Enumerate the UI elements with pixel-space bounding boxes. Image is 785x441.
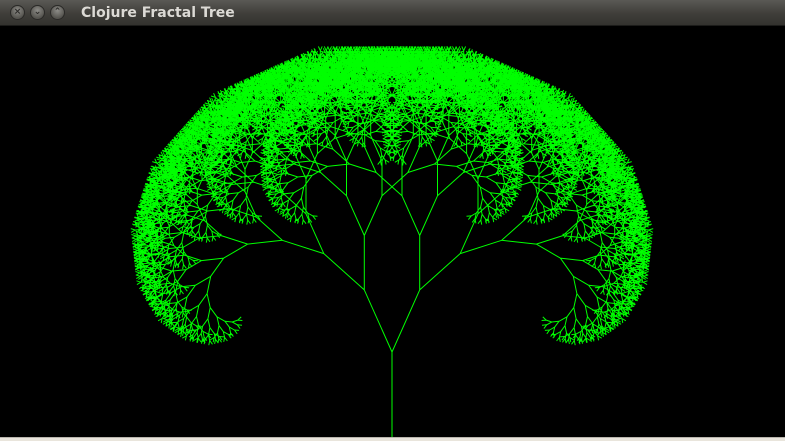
tree-branches [130,46,654,437]
minimize-icon: ⌄ [33,7,42,17]
maximize-icon: ⌃ [53,7,62,17]
close-button[interactable]: × [10,5,25,20]
title-bar[interactable]: × ⌄ ⌃ Clojure Fractal Tree [0,0,785,26]
window-title: Clojure Fractal Tree [81,5,235,21]
minimize-button[interactable]: ⌄ [30,5,45,20]
drawing-canvas [0,26,785,437]
close-icon: × [13,7,22,17]
window-bottom-edge [0,437,785,441]
maximize-button[interactable]: ⌃ [50,5,65,20]
app-window: × ⌄ ⌃ Clojure Fractal Tree [0,0,785,441]
fractal-tree [130,46,654,437]
